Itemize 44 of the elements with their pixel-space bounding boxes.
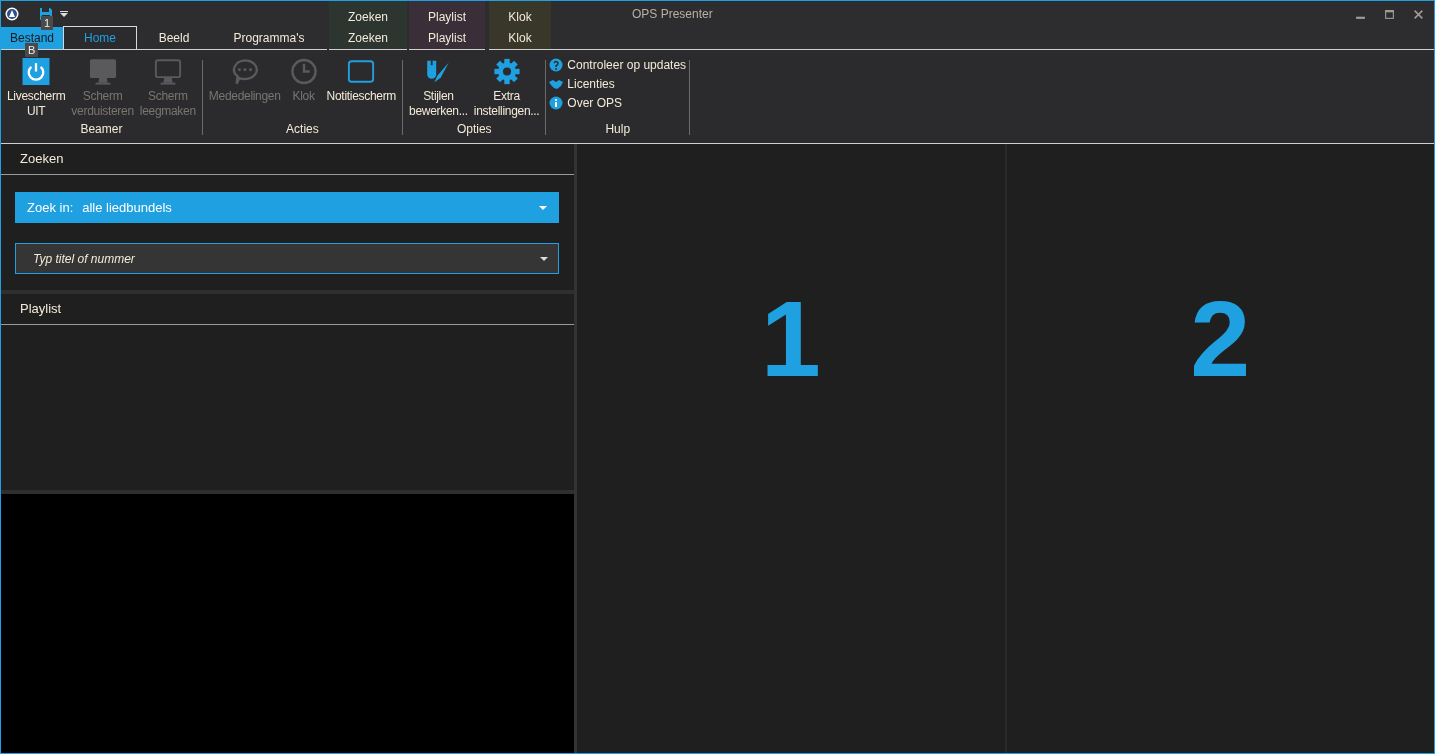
app-logo-icon[interactable] (5, 6, 19, 21)
group-label: Opties (456, 122, 492, 136)
ribbon-button[interactable]: Notitiescherm (323, 54, 400, 124)
panel-title: Zoeken (1, 144, 574, 175)
ribbon-tab[interactable]: Beeld (137, 27, 211, 49)
context-group-title: Zoeken (348, 9, 388, 26)
ribbon-tab[interactable]: Home (63, 26, 137, 49)
caret-icon (539, 205, 547, 210)
close-icon[interactable] (1413, 8, 1424, 20)
info-icon (549, 96, 564, 110)
power-icon (22, 58, 51, 85)
speech-bubble-icon (230, 58, 259, 85)
search-combobox[interactable]: Typ titel of nummer (15, 243, 559, 274)
screen-frame-icon (347, 58, 376, 85)
keytip: B (25, 43, 39, 57)
caret-icon (540, 256, 548, 261)
monitor-icon (88, 58, 117, 85)
ribbon-link[interactable]: Licenties (549, 77, 687, 91)
group-label: Acties (286, 122, 319, 136)
ribbon-button[interactable]: Stijlen bewerken... (406, 54, 471, 124)
dropdown-caret-icon[interactable] (60, 10, 68, 17)
group-label: Hulp (605, 122, 631, 136)
keytip: 1 (41, 16, 54, 30)
monitor-icon (153, 58, 182, 85)
ribbon-link[interactable]: Controleer op updates (549, 58, 687, 72)
ribbon-tab[interactable]: Programma's (211, 27, 327, 49)
screen-number: 2 (1190, 284, 1251, 394)
settings-icon (492, 58, 521, 85)
screen-number: 1 (760, 284, 821, 394)
group-label: Beamer (80, 122, 123, 136)
context-tab[interactable]: Klok (508, 27, 532, 49)
search-field[interactable]: Typ titel of nummer (31, 250, 540, 267)
globe-help-icon (549, 58, 564, 72)
context-group-title: Playlist (428, 9, 466, 26)
window-title: OPS Presenter (632, 7, 713, 21)
ribbon-button[interactable]: Livescherm UIT (4, 54, 69, 124)
panel-title: Playlist (1, 294, 574, 325)
context-tab[interactable]: Playlist (428, 27, 466, 49)
ribbon-button[interactable]: Extra instellingen... (470, 54, 543, 124)
maximize-icon[interactable] (1384, 8, 1395, 20)
context-group-title: Klok (508, 9, 532, 26)
clock-icon (289, 58, 318, 85)
ribbon-link[interactable]: Over OPS (549, 96, 687, 110)
context-tab[interactable]: Zoeken (348, 27, 388, 49)
